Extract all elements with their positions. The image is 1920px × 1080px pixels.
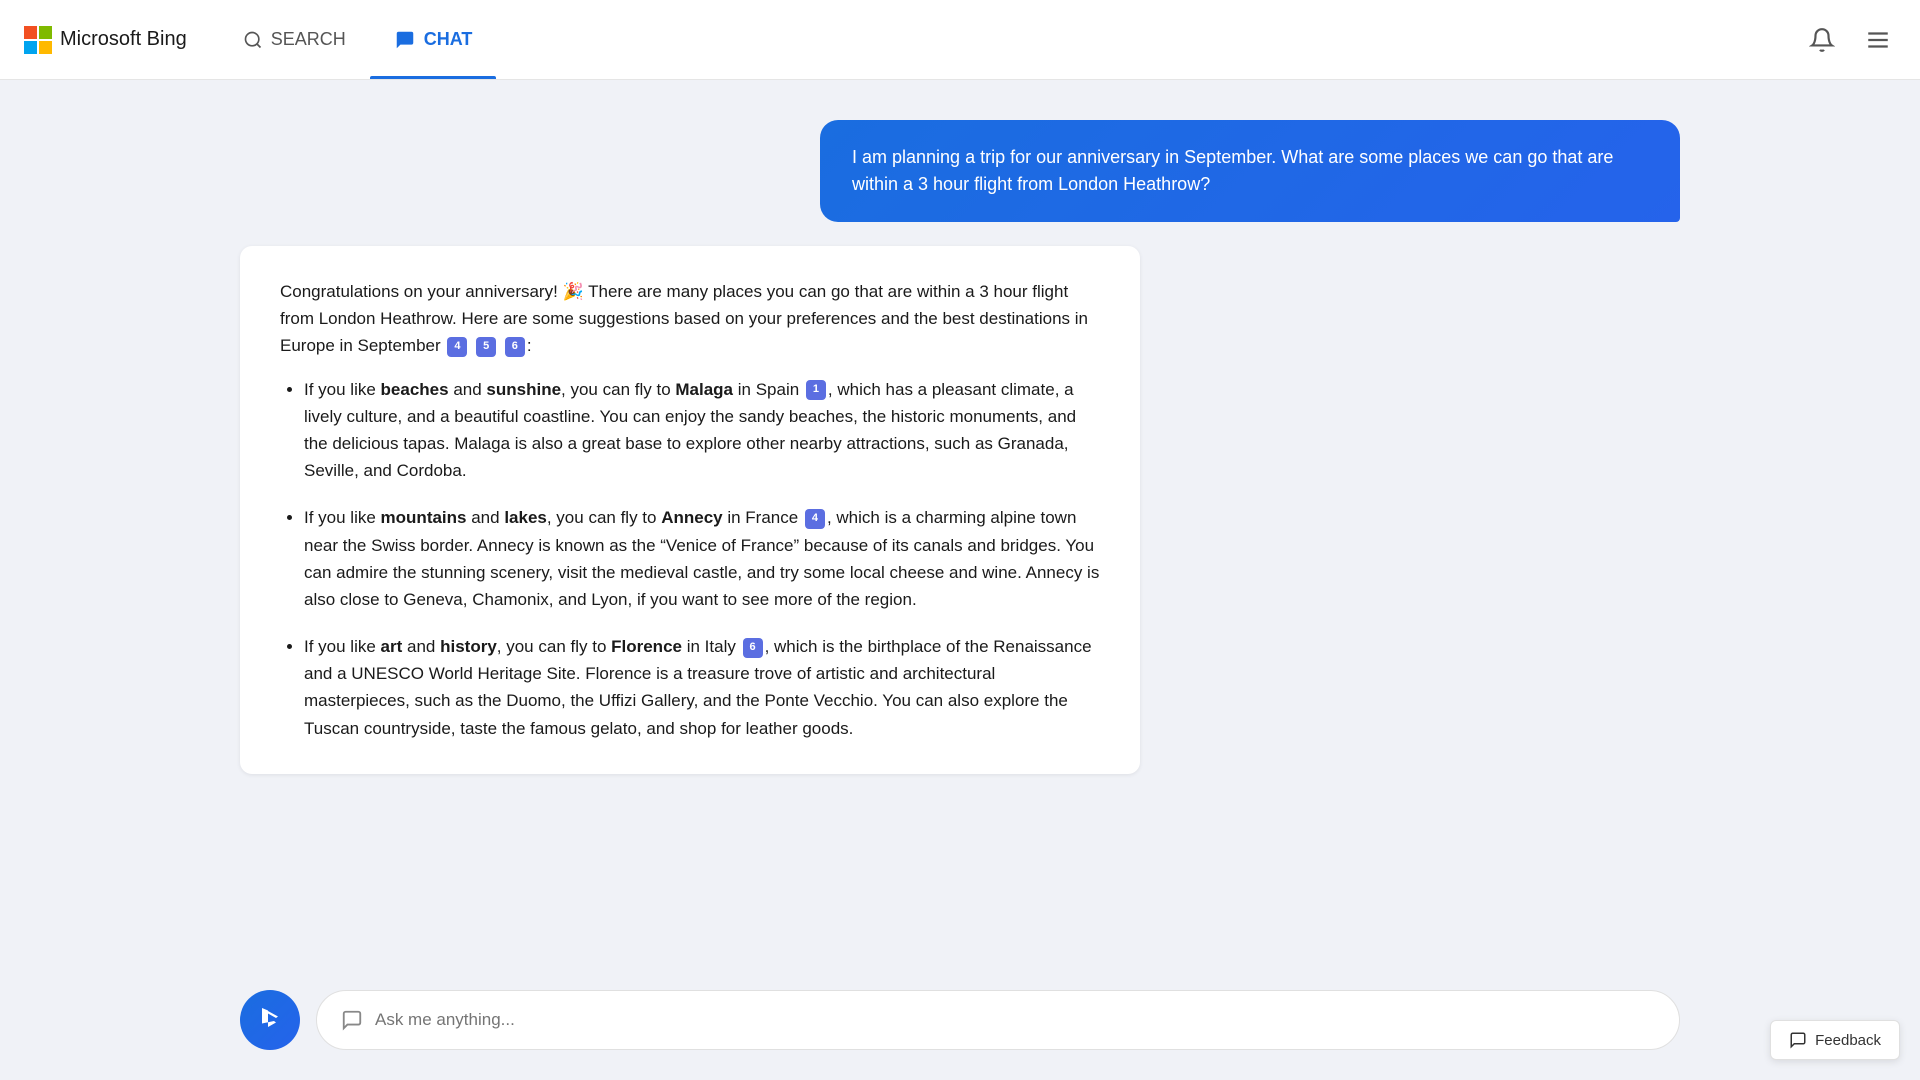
ai-response-card: Congratulations on your anniversary! 🎉 T…	[240, 246, 1140, 774]
input-chat-icon	[341, 1009, 363, 1031]
search-icon	[243, 30, 263, 50]
citation-4b[interactable]: 4	[805, 509, 825, 529]
microsoft-logo-icon	[24, 26, 52, 54]
list-item: If you like mountains and lakes, you can…	[304, 504, 1100, 613]
brand-name: Microsoft Bing	[60, 28, 187, 51]
citation-4[interactable]: 4	[447, 337, 467, 357]
logo-area[interactable]: Microsoft Bing	[24, 26, 187, 54]
header: Microsoft Bing SEARCH CHAT	[0, 0, 1920, 80]
nav-search[interactable]: SEARCH	[219, 0, 370, 79]
chat-input-container[interactable]	[316, 990, 1680, 1050]
feedback-icon	[1789, 1031, 1807, 1049]
citation-5[interactable]: 5	[476, 337, 496, 357]
ai-intro-text: Congratulations on your anniversary! 🎉 T…	[280, 282, 1088, 355]
header-right	[1804, 22, 1896, 58]
main-content: I am planning a trip for our anniversary…	[0, 80, 1920, 1080]
list-item: If you like art and history, you can fly…	[304, 633, 1100, 742]
chat-area: I am planning a trip for our anniversary…	[0, 120, 1920, 970]
citation-6b[interactable]: 6	[743, 638, 763, 658]
feedback-button[interactable]: Feedback	[1770, 1020, 1900, 1060]
user-message-bubble: I am planning a trip for our anniversary…	[820, 120, 1680, 222]
menu-icon[interactable]	[1860, 22, 1896, 58]
feedback-label: Feedback	[1815, 1032, 1881, 1049]
nav-bar: SEARCH CHAT	[219, 0, 497, 79]
nav-chat[interactable]: CHAT	[370, 0, 497, 79]
bing-orb-button[interactable]	[240, 990, 300, 1050]
input-area	[0, 970, 1920, 1080]
citation-6[interactable]: 6	[505, 337, 525, 357]
notifications-icon[interactable]	[1804, 22, 1840, 58]
list-item: If you like beaches and sunshine, you ca…	[304, 376, 1100, 485]
chat-input[interactable]	[375, 1010, 1655, 1030]
chat-icon	[394, 29, 416, 51]
bing-orb-icon	[254, 1004, 286, 1036]
suggestions-list: If you like beaches and sunshine, you ca…	[280, 376, 1100, 742]
citation-1[interactable]: 1	[806, 380, 826, 400]
